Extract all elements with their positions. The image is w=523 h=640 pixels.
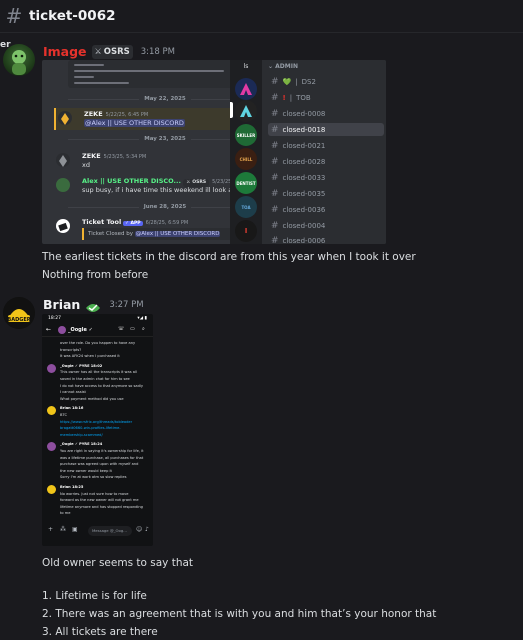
- dm-text-line: the new owner would keep it: [60, 468, 112, 473]
- gift-icon[interactable]: ▣: [72, 526, 78, 533]
- server-icon[interactable]: [235, 100, 257, 122]
- channel-hash-icon: #: [5, 4, 23, 28]
- dm-avatar: [47, 363, 56, 373]
- dm-text-line: over the role. Do you happen to have any: [60, 341, 136, 345]
- author-name[interactable]: Image: [43, 44, 87, 59]
- dm-avatar: [47, 485, 56, 494]
- dm-text-line[interactable]: membership-scammed/: [60, 433, 103, 437]
- channel-item[interactable]: # closed-0028: [268, 155, 384, 168]
- user-mention: @Alex || USE OTHER DISCORD: [84, 119, 185, 127]
- emoji-icon[interactable]: ☺: [136, 526, 142, 533]
- ticket-tool-avatar: [56, 219, 70, 233]
- dm-text-line: Sorry I'm at work atm so slow replies: [60, 475, 127, 480]
- back-arrow-icon[interactable]: ←: [46, 326, 51, 333]
- dm-text-line: lifetime anymore and has stopped respond…: [60, 504, 143, 509]
- dm-text-line: was a lifetime purchase, all purchases f…: [60, 455, 144, 460]
- swords-icon: ⚔: [94, 47, 102, 56]
- message-timestamp: 3:27 PM: [109, 299, 144, 310]
- channel-item[interactable]: # closed-0021: [268, 139, 384, 152]
- dm-author-line: _Oogle ✓ PYRE 18:02: [60, 363, 103, 368]
- author-name[interactable]: Brian: [43, 297, 80, 312]
- channel-item[interactable]: # closed-0006: [268, 234, 384, 245]
- contact-avatar: [58, 326, 66, 334]
- server-list: ls SKILLER CHILL DENTIST TOA I: [230, 60, 262, 244]
- dm-text-line: saved in the admin chat for him to see: [60, 377, 130, 381]
- channel-item[interactable]: # closed-0035: [268, 187, 384, 200]
- dm-text-line: purchase was agreed upon with myself and: [60, 462, 139, 467]
- attachment-screenshot[interactable]: May 22, 2025 ZEKE 5/22/25, 6:45 PM @Alex …: [42, 60, 386, 244]
- list-item: 3. All tickets are there: [42, 626, 158, 638]
- channel-item[interactable]: # closed-0008: [268, 107, 384, 120]
- server-icon[interactable]: [235, 78, 257, 100]
- message-timestamp: 3:18 PM: [140, 46, 175, 57]
- channel-item[interactable]: # 💚 | DS2: [268, 75, 384, 88]
- dm-header: ← _Oogle ✓ ☏ ▭ ⌕: [42, 324, 153, 337]
- server-icon[interactable]: I: [235, 220, 257, 242]
- plus-icon[interactable]: +: [48, 526, 53, 533]
- message-header: Brian 3:27 PM: [43, 297, 144, 312]
- dm-text-line[interactable]: bragatt0660-win-profiles-lifetime-: [60, 426, 121, 430]
- avatar-brian[interactable]: BADGER: [3, 297, 35, 329]
- alex-avatar: [56, 178, 70, 192]
- dm-text-line: I do not have access to that anymore so …: [60, 383, 144, 388]
- channel-item[interactable]: # closed-0004: [268, 219, 384, 232]
- dm-text-line: I cannot assist: [60, 390, 86, 395]
- dm-text-line: BTC: [60, 413, 67, 417]
- channel-item[interactable]: # closed-0036: [268, 203, 384, 216]
- dm-text-line: to me: [60, 511, 71, 516]
- channel-item[interactable]: # closed-0033: [268, 171, 384, 184]
- dm-text-line: forward as the new owner will not grant …: [60, 498, 139, 503]
- channel-header: # ticket-0062: [0, 0, 523, 33]
- dm-text-line: This owner has all the transcripts it wa…: [60, 370, 137, 375]
- message-header: Image ⚔ OSRS 3:18 PM: [43, 44, 175, 59]
- message-input[interactable]: Message @_Oog...: [88, 526, 132, 536]
- apps-icon[interactable]: ⁂: [60, 526, 66, 533]
- dm-text-line: It was AFK24 when I purchased it: [60, 354, 120, 359]
- channel-item-active[interactable]: # closed-0018: [268, 123, 384, 136]
- message-text: Old owner seems to say that: [42, 557, 194, 569]
- avatar-image-user[interactable]: [3, 44, 35, 76]
- svg-text:BADGER: BADGER: [7, 317, 30, 323]
- video-icon[interactable]: ▭: [130, 326, 135, 332]
- attachment-phone-screenshot[interactable]: 18:27 ▾◢ ▮ ← _Oogle ✓ ☏ ▭ ⌕ over the rol…: [42, 314, 153, 546]
- channel-item[interactable]: #! | TOB: [268, 91, 384, 104]
- badge-icon[interactable]: [85, 299, 101, 312]
- message-text: The earliest tickets in the discord are …: [42, 251, 416, 263]
- mic-icon[interactable]: ♪: [145, 526, 149, 533]
- zeke-avatar: [58, 111, 72, 125]
- dm-text-line: You are right in saying it's ownership f…: [60, 449, 144, 453]
- list-item: 2. There was an agreement that is with y…: [42, 608, 437, 620]
- dm-author-line: Brian 18:16: [60, 406, 84, 411]
- dm-author-line: _Oogle ✓ PYRE 18:24: [60, 442, 103, 447]
- server-icon[interactable]: DENTIST: [235, 172, 257, 194]
- dm-text-line: What payment method did you use: [60, 396, 124, 401]
- channel-title: ticket-0062: [29, 8, 116, 24]
- channel-list: ⌄ ADMIN # 💚 | DS2 #! | TOB # closed-0008 # clos…: [262, 60, 386, 244]
- dm-text-line[interactable]: https://www.rsfrix.org/threads/tobleader: [60, 420, 132, 424]
- dm-text-line: transcripts?: [60, 347, 82, 352]
- zeke-avatar: [56, 153, 70, 167]
- dm-avatar: [47, 406, 56, 416]
- server-icon[interactable]: TOA: [235, 196, 257, 218]
- dm-text-line: No worries. Just not sure how to move: [60, 491, 129, 496]
- message-text: Nothing from before: [42, 269, 149, 281]
- call-icon[interactable]: ☏: [118, 326, 124, 332]
- search-icon[interactable]: ⌕: [142, 326, 145, 332]
- dm-author-line: Brian 18:25: [60, 485, 84, 489]
- server-icon[interactable]: CHILL: [235, 148, 257, 170]
- list-item: 1. Lifetime is for life: [42, 590, 147, 602]
- dm-avatar: [47, 442, 56, 452]
- server-icon[interactable]: SKILLER: [235, 124, 257, 146]
- server-tag[interactable]: ⚔ OSRS: [91, 44, 133, 59]
